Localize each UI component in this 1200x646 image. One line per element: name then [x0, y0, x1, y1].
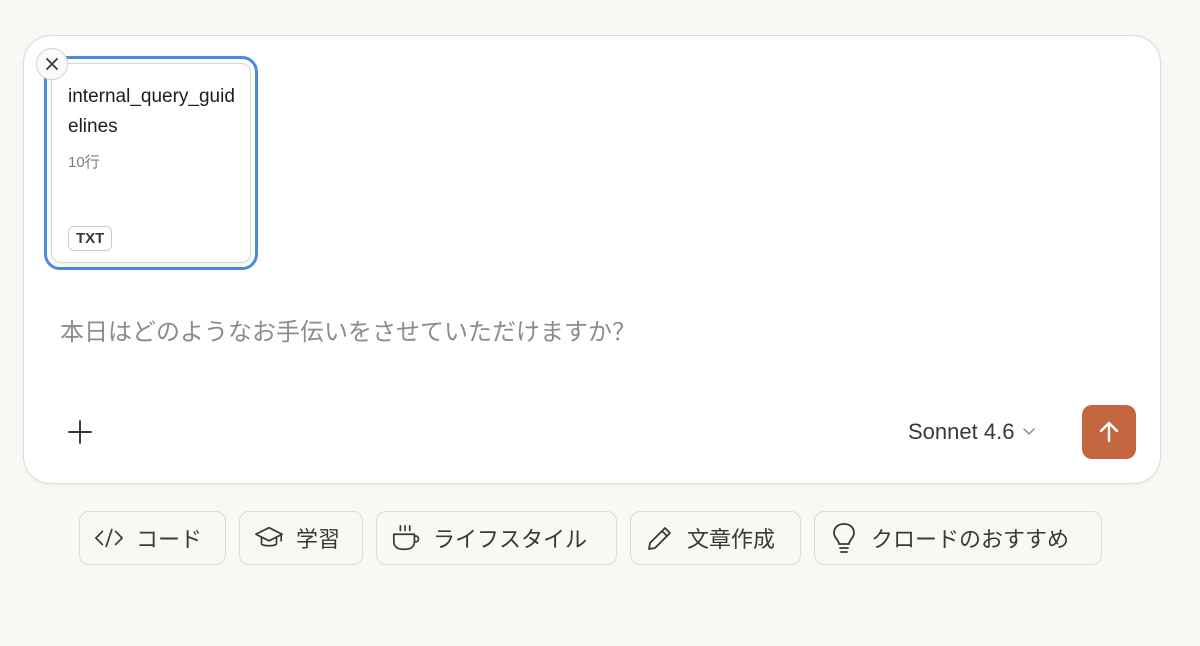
close-icon: [46, 58, 58, 70]
chat-composer: internal_query_guidelines 10行 TXT Sonnet…: [23, 35, 1161, 484]
lightbulb-icon: [829, 523, 859, 553]
attachment-type-badge: TXT: [68, 226, 113, 251]
model-selector[interactable]: Sonnet 4.6: [908, 416, 1036, 448]
attachment-name: internal_query_guidelines: [68, 86, 235, 137]
remove-attachment-button[interactable]: [36, 48, 68, 80]
send-button[interactable]: [1082, 405, 1136, 459]
attachment-card[interactable]: internal_query_guidelines 10行 TXT: [51, 63, 251, 263]
prompt-input[interactable]: [60, 314, 1120, 350]
coffee-cup-icon: [391, 523, 421, 553]
plus-icon: [68, 420, 92, 444]
code-icon: [94, 523, 124, 553]
chip-label: 文章作成: [687, 528, 776, 553]
chip-learning[interactable]: 学習: [239, 511, 363, 565]
graduation-cap-icon: [254, 523, 284, 553]
chip-label: クロードのおすすめ: [871, 528, 1070, 553]
arrow-up-icon: [1099, 421, 1119, 443]
attachment-line-count: 10行: [68, 154, 100, 171]
chip-label: ライフスタイル: [433, 528, 588, 553]
add-content-button[interactable]: [62, 414, 98, 450]
chip-writing[interactable]: 文章作成: [630, 511, 801, 565]
chip-claude-picks[interactable]: クロードのおすすめ: [814, 511, 1102, 565]
model-name: Sonnet 4.6: [908, 419, 1015, 444]
pencil-icon: [645, 523, 675, 553]
attachment-selection-outline[interactable]: internal_query_guidelines 10行 TXT: [44, 56, 258, 270]
chip-label: コード: [136, 528, 203, 553]
chip-lifestyle[interactable]: ライフスタイル: [376, 511, 617, 565]
chip-label: 学習: [296, 528, 341, 553]
chevron-down-icon: [1023, 428, 1036, 436]
chip-code[interactable]: コード: [79, 511, 226, 565]
